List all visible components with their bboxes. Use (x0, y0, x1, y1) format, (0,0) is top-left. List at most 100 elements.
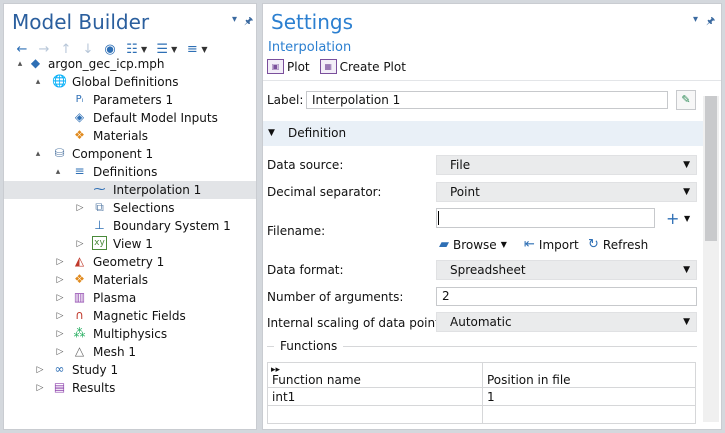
collapse-icon[interactable]: ▴ (32, 73, 44, 91)
tree-node-multiphysics[interactable]: ▷ ⁂ Multiphysics (4, 325, 256, 343)
scaling-value: Automatic (450, 315, 512, 329)
materials-icon: ❖ (74, 128, 85, 142)
definitions-icon: ≡ (74, 164, 85, 178)
tree-node-label: Magnetic Fields (93, 309, 186, 323)
multiphysics-icon: ⁂ (73, 326, 86, 340)
num-args-input[interactable]: 2 (436, 287, 697, 306)
tree-node-default-model-inputs[interactable]: ◈ Default Model Inputs (4, 109, 256, 127)
tree-node-parameters[interactable]: Pᵢ Parameters 1 (4, 91, 256, 109)
collapse-icon[interactable]: ▴ (14, 55, 26, 73)
tree-node-selections[interactable]: ▷ ⧉ Selections (4, 199, 256, 217)
tree-node-magnetic-fields[interactable]: ▷ ∩ Magnetic Fields (4, 307, 256, 325)
pin-icon[interactable]: 🖈 (706, 14, 715, 31)
tree-node-label: Default Model Inputs (93, 111, 218, 125)
expand-icon[interactable]: ▷ (54, 325, 66, 343)
expand-icon[interactable]: ▷ (54, 307, 66, 325)
collapse-icon[interactable]: ▴ (52, 163, 64, 181)
column-header-function-name[interactable]: ▸▸ Function name (267, 362, 483, 388)
definition-section-header[interactable]: ▼ Definition (263, 121, 703, 146)
data-source-select[interactable]: File ▼ (436, 155, 697, 175)
collapse-icon[interactable]: ▴ (32, 145, 44, 163)
table-cell[interactable] (267, 405, 483, 424)
expand-icon[interactable]: ▷ (54, 289, 66, 307)
settings-scrollbar[interactable] (703, 96, 719, 422)
chevron-down-icon[interactable]: ▼ (684, 214, 690, 223)
tree-node-label: Global Definitions (72, 75, 179, 89)
tree-node-model[interactable]: ▴ ◆ argon_gec_icp.mph (4, 55, 256, 73)
label-caption: Label: (267, 93, 304, 107)
panel-menu-icon[interactable]: ▾ (232, 14, 237, 25)
tree-node-geometry[interactable]: ▷ ◭ Geometry 1 (4, 253, 256, 271)
label-input[interactable]: Interpolation 1 (306, 91, 668, 109)
scrollbar-thumb[interactable] (705, 96, 717, 241)
refresh-button[interactable]: ↻ Refresh (588, 237, 648, 252)
divider (263, 80, 721, 81)
tree-node-interpolation[interactable]: ⁓ Interpolation 1 (4, 181, 256, 199)
panel-menu-icon[interactable]: ▾ (693, 14, 698, 25)
tree-node-component[interactable]: ▴ ⛁ Component 1 (4, 145, 256, 163)
expand-icon[interactable]: ▷ (34, 379, 46, 397)
tree-node-label: Definitions (93, 165, 158, 179)
table-row[interactable]: int1 1 (267, 387, 696, 406)
import-icon: ⇤ (524, 237, 535, 252)
text-cursor (438, 211, 439, 225)
collapse-icon[interactable]: ▼ (268, 121, 275, 146)
tree-node-definitions[interactable]: ▴ ≡ Definitions (4, 163, 256, 181)
tree-node-label: Mesh 1 (93, 345, 137, 359)
expand-icon[interactable]: ▷ (34, 361, 46, 379)
scaling-select[interactable]: Automatic ▼ (436, 312, 697, 332)
expand-icon[interactable]: ▷ (54, 253, 66, 271)
plot-button[interactable]: ▣ Plot (267, 59, 310, 74)
tree-node-global-materials[interactable]: ❖ Materials (4, 127, 256, 145)
chevron-down-icon: ▼ (500, 240, 507, 249)
tree-node-plasma[interactable]: ▷ ▥ Plasma (4, 289, 256, 307)
decimal-separator-select[interactable]: Point ▼ (436, 182, 697, 202)
table-cell[interactable] (482, 405, 696, 424)
expand-icon[interactable]: ▷ (74, 235, 86, 253)
chevron-down-icon: ▼ (683, 265, 690, 275)
table-header-row: ▸▸ Function name Position in file (267, 362, 696, 388)
results-icon: ▤ (53, 380, 66, 394)
pin-icon[interactable]: 🖈 (244, 14, 253, 31)
tree-node-study[interactable]: ▷ ∞ Study 1 (4, 361, 256, 379)
folder-icon: ▰ (439, 237, 449, 252)
add-icon[interactable]: + (666, 209, 679, 228)
chevron-down-icon[interactable]: ▼ (171, 45, 177, 54)
functions-table: ▸▸ Function name Position in file int1 1 (267, 362, 696, 424)
table-cell[interactable]: 1 (482, 387, 696, 406)
tree-node-boundary-system[interactable]: ⊥ Boundary System 1 (4, 217, 256, 235)
magnetic-fields-icon: ∩ (75, 308, 84, 322)
decimal-separator-value: Point (450, 185, 480, 199)
column-header-position[interactable]: Position in file (482, 362, 696, 388)
tree-node-global-definitions[interactable]: ▴ 🌐 Global Definitions (4, 73, 256, 91)
chevron-down-icon: ▼ (683, 317, 690, 327)
column-header-label: Position in file (487, 373, 571, 387)
settings-action-bar: ▣ Plot ▦ Create Plot (267, 59, 406, 74)
scaling-label: Internal scaling of data points: (267, 316, 451, 330)
filename-input[interactable] (436, 208, 655, 228)
tree-node-label: Results (72, 381, 116, 395)
tree-node-label: View 1 (113, 237, 153, 251)
expand-icon[interactable]: ▷ (74, 199, 86, 217)
browse-button[interactable]: ▰ Browse ▼ (439, 237, 507, 252)
tree-node-label: Selections (113, 201, 175, 215)
tree-node-view[interactable]: ▷ xy View 1 (4, 235, 256, 253)
double-arrow-icon[interactable]: ▸▸ (271, 365, 280, 375)
expand-icon[interactable]: ▷ (54, 271, 66, 289)
chevron-down-icon[interactable]: ▼ (201, 45, 207, 54)
tree-node-mesh[interactable]: ▷ △ Mesh 1 (4, 343, 256, 361)
expand-icon[interactable]: ▷ (54, 343, 66, 361)
create-plot-button[interactable]: ▦ Create Plot (319, 59, 406, 74)
globe-icon: 🌐 (52, 74, 67, 88)
chevron-down-icon[interactable]: ▼ (141, 45, 147, 54)
tree-node-component-materials[interactable]: ▷ ❖ Materials (4, 271, 256, 289)
interpolation-icon: ⁓ (93, 182, 106, 196)
import-button[interactable]: ⇤ Import (524, 237, 579, 252)
table-row[interactable] (267, 405, 696, 424)
data-format-select[interactable]: Spreadsheet ▼ (436, 260, 697, 280)
edit-label-icon[interactable]: ✎ (676, 90, 696, 110)
data-source-value: File (450, 158, 471, 172)
tree-node-label: Study 1 (72, 363, 119, 377)
table-cell[interactable]: int1 (267, 387, 483, 406)
tree-node-results[interactable]: ▷ ▤ Results (4, 379, 256, 397)
